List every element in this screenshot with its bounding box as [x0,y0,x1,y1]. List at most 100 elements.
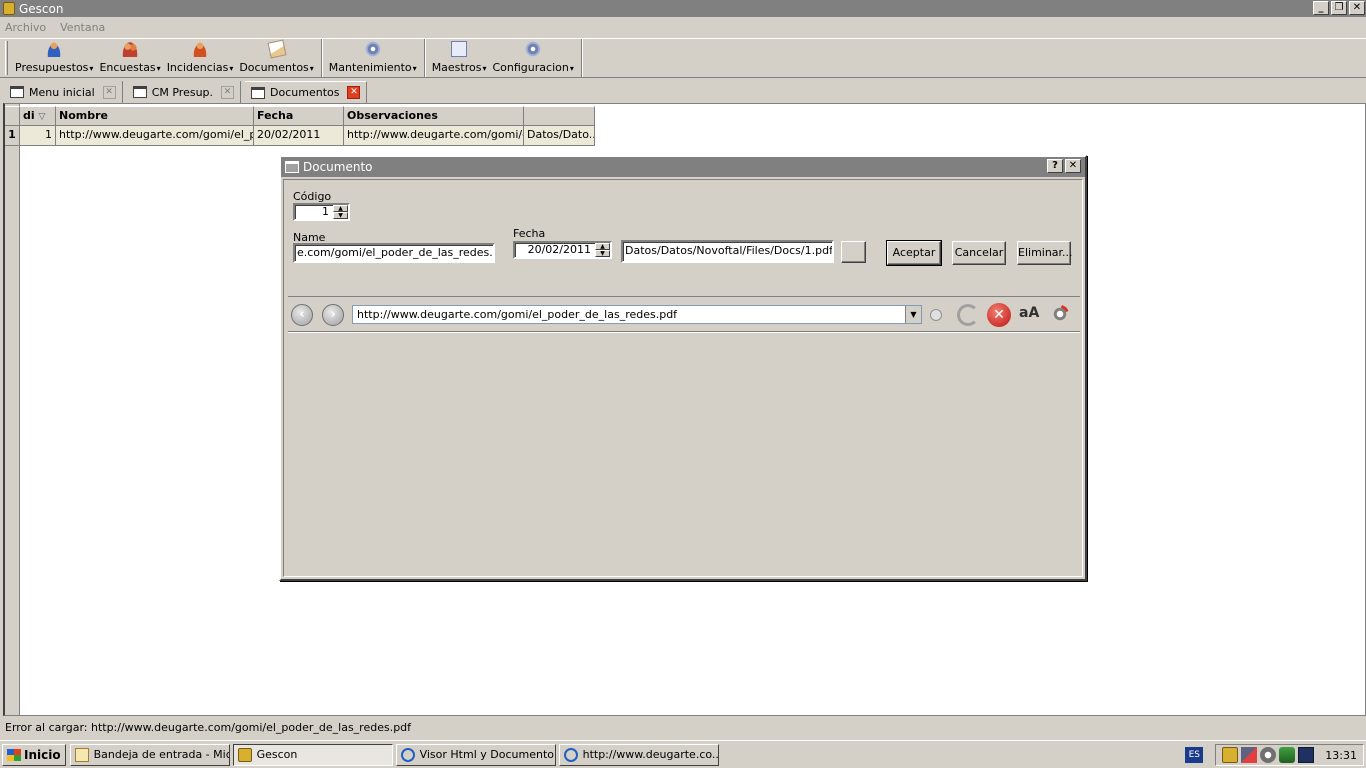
row-header-corner [5,106,20,126]
encuestas-label: Encuestas [99,61,160,74]
mantenimiento-button[interactable]: Mantenimiento [326,39,420,77]
aceptar-button[interactable]: Aceptar [886,240,942,266]
close-button[interactable]: ✕ [1349,1,1365,15]
tab-cm-presup[interactable]: CM Presup. ✕ [127,81,242,103]
maestros-label: Maestros [432,61,487,74]
help-button[interactable]: ? [1047,159,1063,173]
clock[interactable]: 13:31 [1325,749,1357,762]
tab-menu-inicial[interactable]: Menu inicial ✕ [4,81,123,103]
window-title: Gescon [19,1,64,16]
back-icon[interactable]: ‹ [291,304,313,326]
codigo-spinner[interactable]: 1 ▲ ▼ [293,203,350,221]
table-row[interactable]: 1 1 http://www.deugarte.com/gomi/el_p...… [5,126,595,146]
incidencias-label: Incidencias [167,61,234,74]
app-icon [3,2,15,15]
spinner-arrows[interactable]: ▲ ▼ [333,205,348,219]
cell-extra[interactable]: Datos/Dato... [524,126,595,146]
font-size-icon[interactable]: aA [1019,305,1039,321]
column-header-di[interactable]: di ▽ [20,106,56,126]
name-field[interactable]: e.com/gomi/el_poder_de_las_redes.pdf [293,243,495,263]
system-tray: ES 13:31 [1185,744,1364,766]
chevron-down-icon[interactable]: ▼ [905,306,921,323]
gescon-tray-icon[interactable] [1222,747,1239,763]
gear-icon [364,41,381,57]
toolbar-group-main: Presupuestos Encuestas Incidencias Docum… [12,39,322,77]
start-button[interactable]: Inicio [2,743,66,766]
spin-down-icon[interactable]: ▼ [595,250,610,257]
disk-icon[interactable] [1260,747,1277,763]
monitor-icon[interactable] [1298,747,1315,763]
person-icon [46,41,63,57]
stop-icon[interactable]: ✕ [987,303,1011,327]
documentos-label: Documentos [239,61,313,74]
taskbar-button-mail[interactable]: Bandeja de entrada - Mic... [69,743,230,766]
update-icon[interactable] [1279,747,1296,763]
taskbar-button-visor[interactable]: Visor Html y Documento ... [395,743,556,766]
column-header-fecha[interactable]: Fecha [254,106,344,126]
form-icon [132,86,147,98]
row-number[interactable]: 1 [5,126,20,146]
menu-ventana[interactable]: Ventana [60,21,105,34]
documento-dialog: Documento ? ✕ Código 1 ▲ ▼ Name e.com/go… [279,155,1087,581]
column-header-extra[interactable] [524,106,595,126]
settings-icon[interactable] [1051,305,1069,323]
dialog-body: Código 1 ▲ ▼ Name e.com/gomi/el_poder_de… [283,179,1083,577]
grid-icon [251,86,266,99]
window-controls: _ ❐ ✕ [1313,1,1365,15]
cell-fecha[interactable]: 20/02/2011 [254,126,344,146]
ie-icon [563,747,578,762]
close-tab-icon[interactable]: ✕ [221,85,235,99]
dialog-close-button[interactable]: ✕ [1065,159,1081,173]
refresh-icon[interactable] [957,304,979,326]
menu-archivo[interactable]: Archivo [5,21,46,34]
taskbar: Inicio Bandeja de entrada - Mic... Gesco… [0,740,1366,768]
taskbar-button-gescon[interactable]: Gescon [232,743,393,766]
presupuestos-button[interactable]: Presupuestos [12,39,96,77]
browse-button[interactable] [841,241,866,263]
toolbar-grip[interactable] [5,41,8,75]
cell-nombre[interactable]: http://www.deugarte.com/gomi/el_p... [56,126,254,146]
maestros-button[interactable]: Maestros [429,39,490,77]
cell-id[interactable]: 1 [20,126,56,146]
path-field[interactable]: Datos/Datos/Novoftal/Files/Docs/1.pdf [621,240,834,263]
tab-documentos[interactable]: Documentos ✕ [245,81,368,103]
restore-button[interactable]: ❐ [1331,1,1347,15]
fecha-value[interactable]: 20/02/2011 [515,243,595,257]
url-text[interactable]: http://www.deugarte.com/gomi/el_poder_de… [357,308,677,321]
configuracion-button[interactable]: Configuracion [490,39,577,77]
documents-icon [267,39,287,59]
masters-icon [451,41,468,57]
close-tab-icon[interactable]: ✕ [347,86,361,99]
fecha-spinner[interactable]: 20/02/2011 ▲ ▼ [513,241,612,259]
forward-icon[interactable]: › [322,304,344,326]
documentos-button[interactable]: Documentos [236,39,316,77]
network-icon[interactable] [1241,747,1258,763]
minimize-button[interactable]: _ [1313,1,1329,15]
eliminar-button[interactable]: Eliminar... [1017,241,1073,265]
toolbar-group-config: Maestros Configuracion [429,39,582,77]
encuestas-button[interactable]: Encuestas [96,39,163,77]
menu-bar: Archivo Ventana [0,18,105,36]
spin-down-icon[interactable]: ▼ [333,212,348,219]
taskbar-button-browser[interactable]: http://www.deugarte.co... [558,743,719,766]
mail-icon [74,747,89,762]
codigo-value[interactable]: 1 [295,205,333,219]
incidencias-button[interactable]: Incidencias [164,39,237,77]
language-indicator[interactable]: ES [1185,747,1204,763]
cell-observaciones[interactable]: http://www.deugarte.com/gomi/e... [344,126,524,146]
start-label: Inicio [24,747,61,762]
notification-area: 13:31 [1215,744,1364,766]
cancelar-button[interactable]: Cancelar [952,241,1006,265]
spinner-arrows[interactable]: ▲ ▼ [595,243,610,257]
dialog-controls: ? ✕ [1047,159,1081,173]
taskbar-label: Visor Html y Documento ... [419,748,556,761]
close-tab-icon[interactable]: ✕ [102,85,116,99]
status-indicator-icon [930,309,942,321]
mantenimiento-label: Mantenimiento [329,61,417,74]
status-bar: Error al cargar: http://www.deugarte.com… [5,721,412,734]
column-header-nombre[interactable]: Nombre [56,106,254,126]
url-combobox[interactable]: http://www.deugarte.com/gomi/el_poder_de… [352,305,922,324]
spin-up-icon[interactable]: ▲ [333,205,348,212]
column-header-observaciones[interactable]: Observaciones [344,106,524,126]
spin-up-icon[interactable]: ▲ [595,243,610,250]
